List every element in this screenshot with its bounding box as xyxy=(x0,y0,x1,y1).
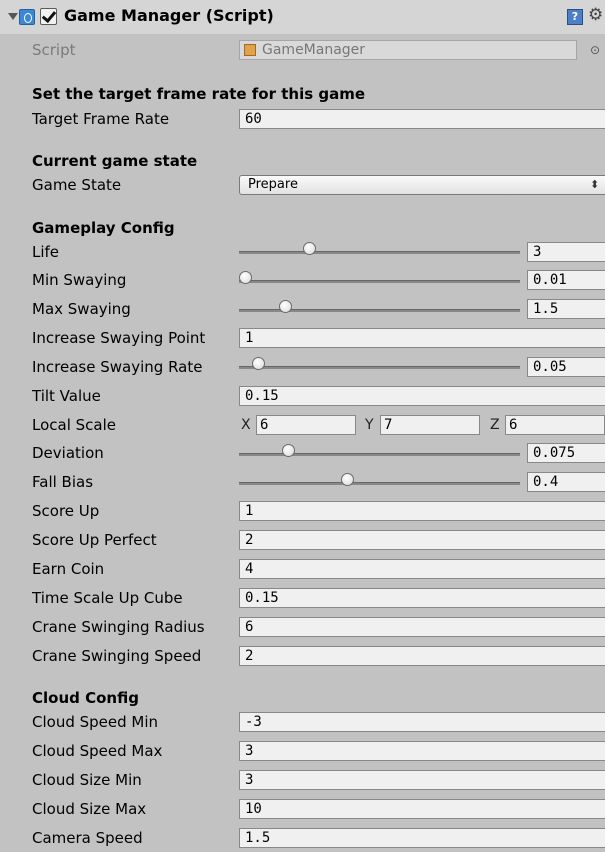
deviation-slider-track[interactable] xyxy=(239,453,520,456)
inspector-panel: Game Manager (Script) ? ⚙ Script GameMan… xyxy=(0,0,605,852)
fall-bias-slider-track[interactable] xyxy=(239,482,520,485)
script-icon xyxy=(19,9,35,25)
camera-speed-label: Camera Speed xyxy=(32,829,143,847)
target-frame-rate-label: Target Frame Rate xyxy=(32,110,170,128)
increase-swaying-point-label: Increase Swaying Point xyxy=(32,329,206,347)
max-swaying-label: Max Swaying xyxy=(32,300,131,318)
deviation-label: Deviation xyxy=(32,444,104,462)
cloud-speed-min-field[interactable]: -3 xyxy=(239,712,605,732)
time-scale-up-cube-field[interactable]: 0.15 xyxy=(239,588,605,608)
game-state-label: Game State xyxy=(32,176,122,194)
target-frame-rate-field[interactable]: 60 xyxy=(239,109,605,129)
cloud-size-min-field[interactable]: 3 xyxy=(239,770,605,790)
local-scale-y-field[interactable]: 7 xyxy=(380,415,480,435)
max-swaying-field[interactable]: 1.5 xyxy=(527,299,605,319)
life-field[interactable]: 3 xyxy=(527,242,605,262)
min-swaying-label: Min Swaying xyxy=(32,271,127,289)
time-scale-up-cube-label: Time Scale Up Cube xyxy=(32,589,183,607)
section-frame-rate-header: Set the target frame rate for this game xyxy=(32,85,366,103)
fall-bias-field[interactable]: 0.4 xyxy=(527,472,605,492)
local-scale-x-label: X xyxy=(241,417,251,433)
cloud-speed-max-label: Cloud Speed Max xyxy=(32,742,163,760)
script-label: Script xyxy=(32,41,76,59)
life-slider-track[interactable] xyxy=(239,251,520,254)
section-cloud-config-header: Cloud Config xyxy=(32,689,139,707)
cloud-size-max-field[interactable]: 10 xyxy=(239,799,605,819)
min-swaying-field[interactable]: 0.01 xyxy=(527,270,605,290)
cloud-size-max-label: Cloud Size Max xyxy=(32,800,147,818)
fall-bias-slider-thumb[interactable] xyxy=(340,473,354,486)
help-icon[interactable]: ? xyxy=(567,9,583,25)
increase-swaying-rate-slider-track[interactable] xyxy=(239,366,520,369)
crane-swinging-radius-label: Crane Swinging Radius xyxy=(32,618,205,636)
component-header[interactable]: Game Manager (Script) ? ⚙ xyxy=(0,0,605,34)
deviation-slider-thumb[interactable] xyxy=(281,444,295,457)
dropdown-arrow-icon: ⬍ xyxy=(590,178,600,191)
min-swaying-slider-track[interactable] xyxy=(239,280,520,283)
score-up-field[interactable]: 1 xyxy=(239,501,605,521)
section-game-state-header: Current game state xyxy=(32,152,198,170)
earn-coin-field[interactable]: 4 xyxy=(239,559,605,579)
fold-arrow-icon[interactable] xyxy=(8,13,18,20)
local-scale-z-field[interactable]: 6 xyxy=(505,415,605,435)
script-object-field[interactable]: GameManager xyxy=(239,40,577,60)
object-picker-icon[interactable]: ⊙ xyxy=(590,40,600,60)
tilt-value-field[interactable]: 0.15 xyxy=(239,386,605,406)
cloud-speed-min-label: Cloud Speed Min xyxy=(32,713,159,731)
increase-swaying-rate-label: Increase Swaying Rate xyxy=(32,358,203,376)
fall-bias-label: Fall Bias xyxy=(32,473,94,491)
section-gameplay-config-header: Gameplay Config xyxy=(32,219,175,237)
score-up-perfect-field[interactable]: 2 xyxy=(239,530,605,550)
script-object-value: GameManager xyxy=(262,42,366,58)
gear-icon[interactable]: ⚙ xyxy=(588,5,603,25)
life-label: Life xyxy=(32,243,60,261)
crane-swinging-radius-field[interactable]: 6 xyxy=(239,617,605,637)
game-state-dropdown[interactable]: Prepare xyxy=(239,175,605,195)
camera-speed-field[interactable]: 1.5 xyxy=(239,828,605,848)
cloud-size-min-label: Cloud Size Min xyxy=(32,771,142,789)
crane-swinging-speed-field[interactable]: 2 xyxy=(239,646,605,666)
earn-coin-label: Earn Coin xyxy=(32,560,105,578)
component-enabled-checkbox[interactable] xyxy=(40,8,57,25)
local-scale-label: Local Scale xyxy=(32,416,117,434)
tilt-value-label: Tilt Value xyxy=(32,387,101,405)
increase-swaying-point-field[interactable]: 1 xyxy=(239,328,605,348)
cloud-speed-max-field[interactable]: 3 xyxy=(239,741,605,761)
component-title: Game Manager (Script) xyxy=(64,6,274,25)
deviation-field[interactable]: 0.075 xyxy=(527,443,605,463)
score-up-label: Score Up xyxy=(32,502,100,520)
score-up-perfect-label: Score Up Perfect xyxy=(32,531,157,549)
increase-swaying-rate-field[interactable]: 0.05 xyxy=(527,357,605,377)
local-scale-x-field[interactable]: 6 xyxy=(256,415,356,435)
local-scale-y-label: Y xyxy=(365,417,374,433)
script-asset-icon xyxy=(244,44,256,56)
min-swaying-slider-thumb[interactable] xyxy=(239,271,252,284)
crane-swinging-speed-label: Crane Swinging Speed xyxy=(32,647,202,665)
local-scale-z-label: Z xyxy=(490,417,500,433)
